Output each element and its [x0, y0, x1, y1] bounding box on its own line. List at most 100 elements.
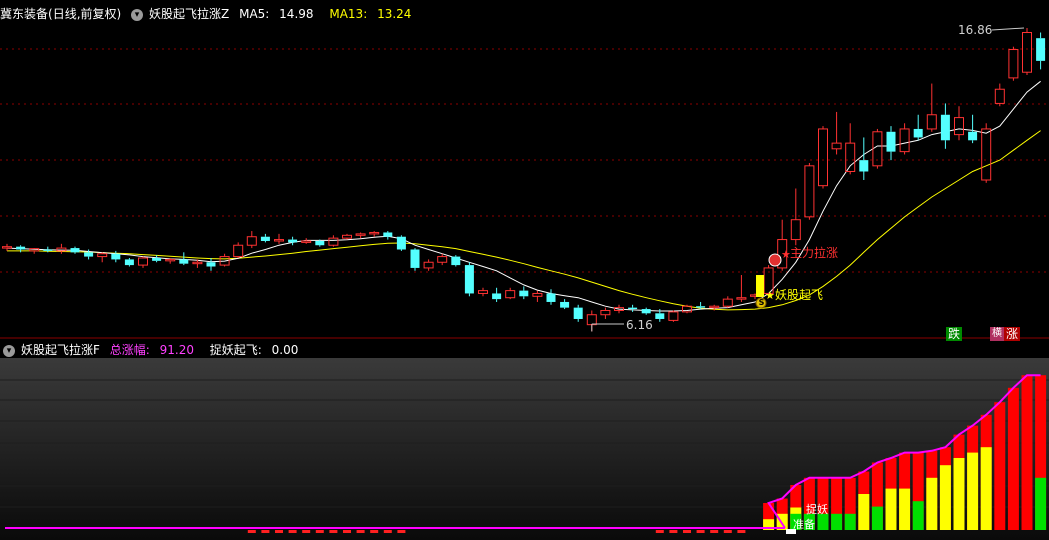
candle-body: [84, 252, 94, 257]
sub-tick: [370, 530, 379, 533]
candle: [872, 128, 883, 169]
candle-body: [804, 165, 815, 218]
candle: [1008, 46, 1019, 81]
main-force-dot-icon: [768, 253, 782, 267]
sub-tick: [710, 530, 719, 533]
candle: [2, 243, 12, 251]
sub-tick: [275, 530, 283, 533]
sub-bar-yellow: [967, 452, 979, 530]
coin-icon-glyph: S: [758, 298, 765, 307]
ma13-value: 13.24: [377, 7, 412, 21]
sub-tick: [669, 530, 678, 533]
candle-body: [260, 236, 270, 241]
sub-tick: [723, 530, 732, 533]
candle: [29, 248, 40, 254]
moving-average-lines: [6, 80, 1041, 312]
candle-body: [97, 253, 108, 258]
candle: [152, 255, 162, 263]
candle: [179, 252, 189, 266]
candle-body: [736, 297, 747, 300]
candle-body: [845, 142, 856, 172]
chart-stage: ★★: [0, 27, 1049, 540]
candle: [70, 246, 80, 254]
candle: [954, 106, 964, 141]
candle-body: [179, 259, 189, 264]
takeoff-bar: [756, 275, 764, 297]
collapse-main-indicator-icon[interactable]: ▾: [131, 8, 144, 21]
candle-body: [818, 128, 828, 187]
sub-indicator-name[interactable]: 妖股起飞拉涨F: [21, 343, 100, 357]
sub-bar-red: [1007, 387, 1019, 530]
sub-bar-yellow: [953, 458, 965, 530]
total-gain-readout: 总涨幅: 91.20: [110, 343, 200, 357]
collapse-sub-indicator-icon[interactable]: ▾: [3, 344, 15, 357]
candle-body: [383, 232, 393, 237]
candle-body: [315, 240, 325, 246]
candle-body: [246, 236, 257, 246]
candle: [804, 162, 815, 220]
candle: [383, 231, 393, 240]
candle: [423, 259, 434, 271]
candle-body: [886, 131, 896, 152]
sub-tick: [383, 530, 392, 533]
sub-tick: [397, 530, 406, 533]
high-price-pointer: [991, 27, 1025, 31]
total-gain-value: 91.20: [159, 343, 194, 357]
candlestick-series[interactable]: [2, 27, 1046, 332]
candle-body: [722, 298, 733, 307]
high-price-label: 16.86: [958, 23, 993, 37]
sub-tick: [737, 530, 746, 533]
catch-value: 0.00: [271, 343, 299, 357]
candle-body: [410, 249, 420, 268]
sub-bar-yellow: [926, 477, 938, 530]
candle: [560, 299, 570, 310]
candle-body: [586, 314, 597, 326]
candle: [410, 248, 420, 271]
star-icon: ★: [765, 289, 775, 302]
ma13-label: MA13:: [329, 7, 368, 21]
up-badge: 涨: [1004, 327, 1021, 341]
candle-body: [396, 236, 406, 250]
ma5-label: MA5:: [239, 7, 270, 21]
candle: [492, 287, 502, 302]
candle: [818, 126, 828, 189]
sub-bar-yellow: [939, 465, 951, 530]
sub-tick: [261, 530, 270, 533]
candle: [790, 188, 801, 246]
candle-body: [16, 246, 26, 250]
candle-body: [859, 160, 869, 172]
candle: [1022, 27, 1032, 76]
candle: [682, 304, 692, 314]
candle-body: [913, 128, 923, 138]
candle-body: [519, 290, 529, 297]
candle-body: [696, 306, 706, 308]
sub-tick: [329, 530, 338, 533]
sub-tick: [302, 530, 311, 533]
candle-body: [926, 114, 937, 130]
candle: [260, 233, 270, 243]
candle-body: [532, 292, 543, 297]
candle: [246, 231, 257, 249]
candle-body: [1036, 38, 1046, 61]
candle: [573, 304, 583, 322]
candle: [600, 307, 611, 319]
candle: [369, 231, 380, 237]
ma13-line: [7, 130, 1041, 311]
candle: [641, 307, 651, 315]
candle-body: [628, 307, 638, 310]
takeoff-signal-label: 妖股起飞: [775, 288, 824, 302]
candle: [899, 123, 910, 155]
main-indicator-name[interactable]: 妖股起飞拉涨Z: [149, 7, 229, 21]
sub-bar-yellow: [980, 447, 992, 530]
sub-bar-yellow: [899, 488, 911, 530]
sub-tick: [655, 530, 664, 533]
sub-tick: [343, 530, 351, 533]
sub-bar-green: [1035, 477, 1047, 530]
candle: [913, 114, 923, 141]
chart-period[interactable]: (日线,前复权): [48, 7, 121, 21]
stock-name[interactable]: 冀东装备: [0, 7, 48, 21]
candle-body: [968, 131, 978, 141]
sub-bar-green: [912, 501, 924, 530]
candle-body: [899, 128, 910, 153]
candle-body: [233, 244, 244, 258]
